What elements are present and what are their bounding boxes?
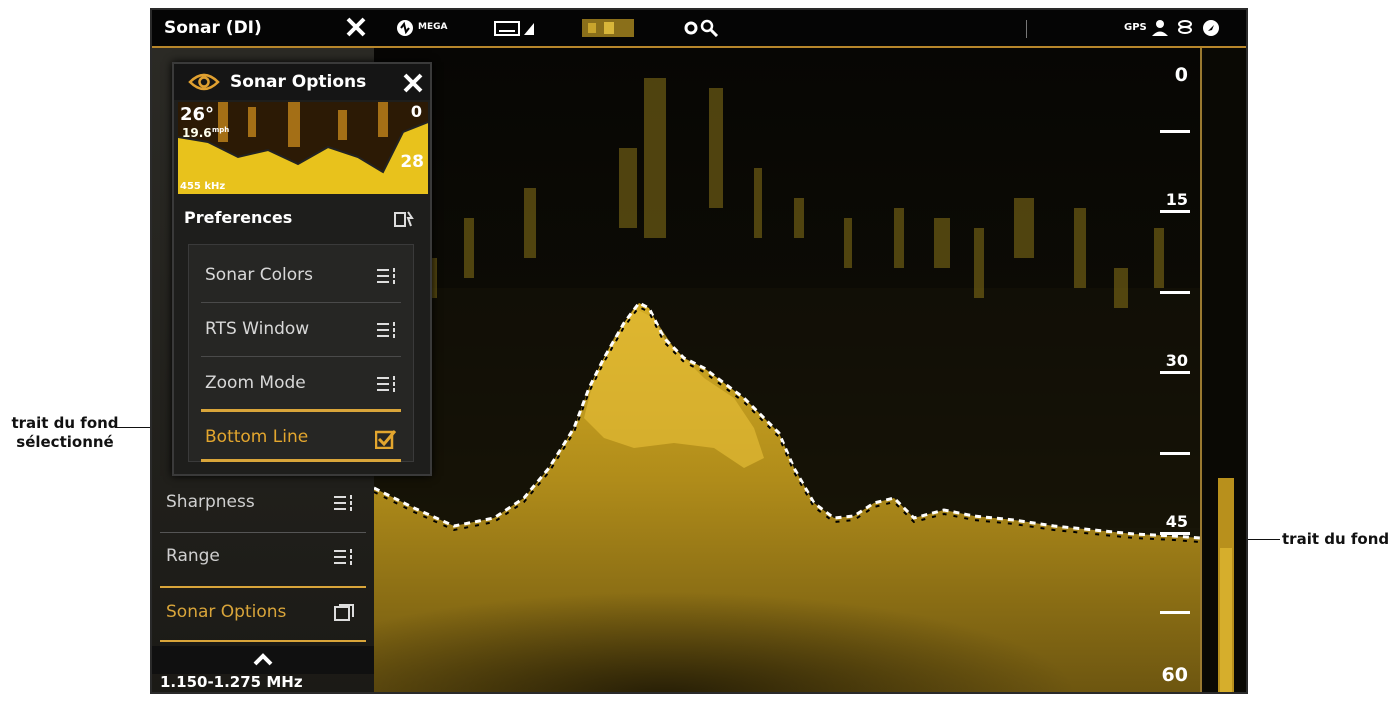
dialog-title: Sonar Options [230,72,367,92]
sonar-2d-icon[interactable] [494,19,538,37]
depth-tick [1160,130,1190,133]
submenu-icon [377,322,395,338]
sonar-preview: 26° 19.6 mph 0 28 455 kHz [178,102,428,194]
callout-selected-bottom-line: trait du fond sélectionné [6,414,124,452]
menu-item-sonar-options[interactable]: Sonar Options [152,588,370,640]
menu-item-label: Sharpness [166,492,255,512]
depth-tick [1160,210,1190,213]
depth-label-30: 30 [1165,351,1188,370]
close-icon[interactable] [402,72,424,94]
chevron-up-icon [253,653,273,666]
depth-label-15: 15 [1165,190,1188,209]
depth-tick [1160,532,1190,535]
sonar-view[interactable] [374,48,1200,692]
callout-left-line1: trait du fond [11,414,119,432]
depth-scale-line [1200,48,1202,692]
mega-label: MEGA [418,22,448,32]
depth-tick [1160,291,1190,294]
layers-icon[interactable] [1176,19,1194,37]
pref-item-zoom-mode[interactable]: Zoom Mode [189,357,413,409]
reset-preferences-icon[interactable] [394,210,414,228]
pref-item-label: Bottom Line [205,427,309,447]
preview-speed: 19.6 [182,126,212,140]
window-icon [334,604,354,621]
submenu-icon [334,549,352,565]
pref-item-label: RTS Window [205,319,310,339]
topbar-divider [1026,20,1027,38]
depth-label-60: 60 [1161,664,1188,686]
depth-label-45: 45 [1165,512,1188,531]
menu-item-range[interactable]: Range [152,532,370,584]
pref-item-label: Zoom Mode [205,373,306,393]
preview-top-depth: 0 [410,102,422,121]
depth-tick [1160,611,1190,614]
frequency-readout: 1.150-1.275 MHz [160,673,303,691]
pref-item-rts-window[interactable]: RTS Window [189,303,413,355]
eye-icon [188,73,220,91]
submenu-icon [334,495,352,511]
settings-search-icon[interactable] [684,19,720,37]
pref-item-sonar-colors[interactable]: Sonar Colors [189,249,413,301]
callout-left-line2: sélectionné [16,433,114,451]
menu-item-label: Sonar Options [166,602,287,622]
person-icon[interactable] [1150,19,1170,37]
down-imaging-icon[interactable] [582,19,634,37]
depth-bar-column [1204,48,1246,692]
pref-selection-line [201,459,401,462]
dialog-header: Sonar Options [174,64,430,100]
menu-item-label: Range [166,546,220,566]
sonar-image [374,48,1200,692]
preferences-heading: Preferences [184,208,293,227]
depth-label-0: 0 [1174,64,1188,86]
close-view-icon[interactable] [344,15,368,39]
preview-temp: 26° [180,104,215,125]
callout-bottom-line: trait du fond [1282,530,1390,548]
top-bar: Sonar (DI) MEGA GPS [152,10,1246,48]
checkbox-checked-icon[interactable] [375,429,397,449]
depth-tick [1160,452,1190,455]
submenu-icon [377,268,395,284]
pref-item-label: Sonar Colors [205,265,314,285]
depth-tick [1160,371,1190,374]
menu-selection-line [160,640,366,642]
preview-frequency: 455 kHz [180,181,226,192]
sonar-options-dialog: Sonar Options 26° 19.6 mph 0 28 455 kHz … [172,62,432,476]
compass-icon[interactable] [1202,19,1220,37]
preview-depth: 28 [400,152,424,172]
preview-speed-unit: mph [212,126,230,134]
pref-item-bottom-line[interactable]: Bottom Line [189,411,413,463]
sonar-screen: 0 15 30 45 60 Sonar (DI) MEGA GPS Sharpn… [150,8,1248,694]
menu-collapse-button[interactable] [152,646,374,674]
menu-item-sharpness[interactable]: Sharpness [152,478,370,530]
preferences-list: Sonar Colors RTS Window Zoom Mode Bottom… [188,244,414,462]
view-title: Sonar (DI) [164,18,262,38]
gps-label: GPS [1124,22,1147,33]
submenu-icon [377,376,395,392]
